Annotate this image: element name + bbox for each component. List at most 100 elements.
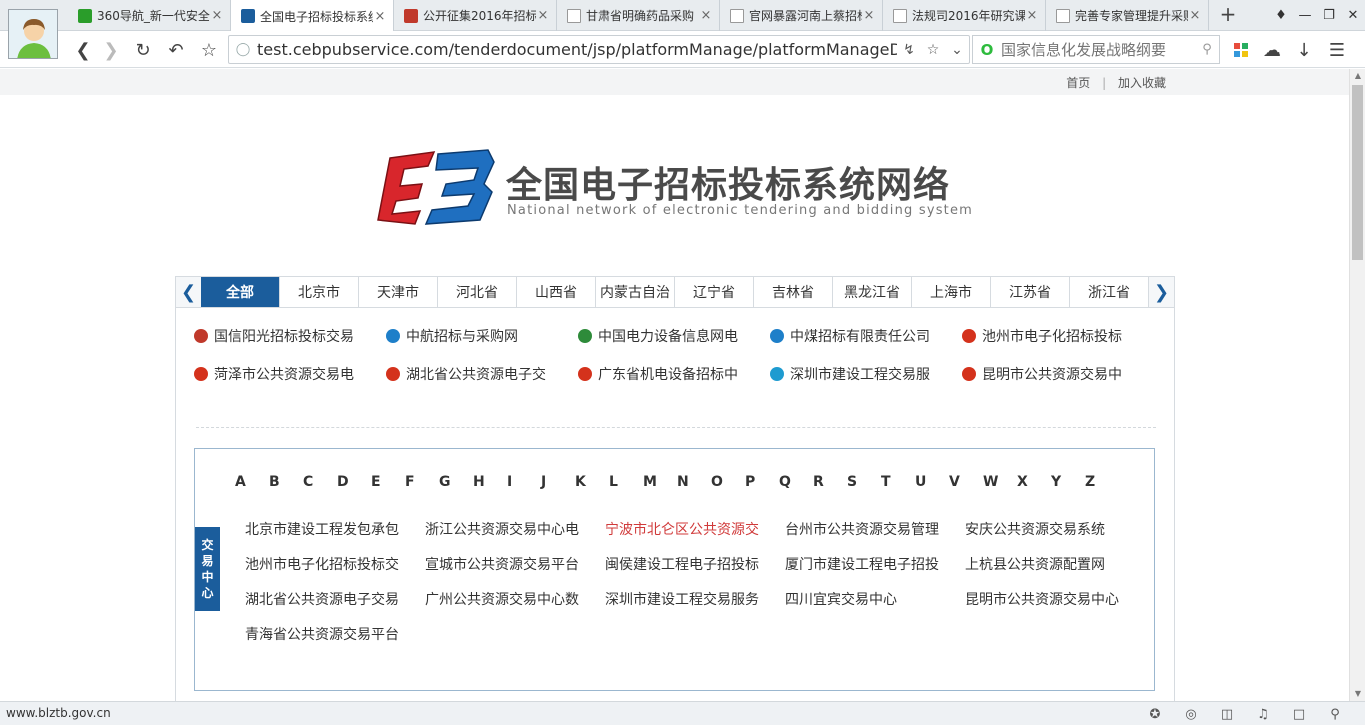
trading-center-link[interactable]: 台州市公共资源交易管理	[785, 519, 945, 538]
letter-filter[interactable]: G	[439, 474, 473, 490]
cloud-icon[interactable]: ☁	[1259, 37, 1285, 63]
chevron-right-icon[interactable]: ❯	[1149, 277, 1174, 307]
featured-platform-link[interactable]: 湖北省公共资源电子交	[386, 364, 578, 383]
trading-center-link[interactable]: 安庆公共资源交易系统	[965, 519, 1125, 538]
scroll-down-icon[interactable]: ▼	[1350, 687, 1365, 701]
featured-platform-link[interactable]: 昆明市公共资源交易中	[962, 364, 1154, 383]
favorite-star-icon[interactable]: ☆	[196, 37, 222, 63]
letter-filter[interactable]: J	[541, 474, 575, 490]
url-text[interactable]: test.cebpubservice.com/tenderdocument/js…	[257, 40, 897, 59]
letter-filter[interactable]: S	[847, 474, 881, 490]
undo-close-icon[interactable]: ↶	[163, 37, 189, 63]
region-tab[interactable]: 黑龙江省	[833, 277, 912, 307]
trading-center-link[interactable]: 北京市建设工程发包承包	[245, 519, 405, 538]
letter-filter[interactable]: Z	[1085, 474, 1119, 490]
tab[interactable]: 法规司2016年研究课题×	[883, 0, 1046, 31]
vertical-scrollbar[interactable]: ▲ ▼	[1349, 69, 1365, 701]
tab-close-icon[interactable]: ×	[373, 9, 387, 24]
letter-filter[interactable]: L	[609, 474, 643, 490]
tab-active[interactable]: 全国电子招标投标系统网络×	[231, 0, 394, 32]
apps-grid-icon[interactable]	[1228, 37, 1254, 63]
region-tab[interactable]: 浙江省	[1070, 277, 1149, 307]
bookmark-star-icon[interactable]: ☆	[921, 42, 945, 58]
minimize-icon[interactable]: —	[1293, 0, 1317, 31]
featured-platform-link[interactable]: 中煤招标有限责任公司	[770, 326, 962, 345]
region-tab[interactable]: 全部	[201, 277, 280, 307]
featured-platform-link[interactable]: 菏泽市公共资源交易电	[194, 364, 386, 383]
zoom-icon[interactable]: ⚲	[1317, 704, 1353, 724]
region-tab[interactable]: 天津市	[359, 277, 438, 307]
trading-center-link[interactable]: 厦门市建设工程电子招投	[785, 554, 945, 573]
region-tab[interactable]: 江苏省	[991, 277, 1070, 307]
region-tab[interactable]: 内蒙古自治	[596, 277, 675, 307]
home-link[interactable]: 首页	[1066, 76, 1090, 90]
region-tab[interactable]: 北京市	[280, 277, 359, 307]
letter-filter[interactable]: V	[949, 474, 983, 490]
featured-platform-link[interactable]: 深圳市建设工程交易服	[770, 364, 962, 383]
letter-filter[interactable]: W	[983, 474, 1017, 490]
scroll-thumb[interactable]	[1352, 85, 1363, 260]
trading-center-link[interactable]: 湖北省公共资源电子交易	[245, 589, 405, 608]
region-tab[interactable]: 河北省	[438, 277, 517, 307]
region-tab[interactable]: 上海市	[912, 277, 991, 307]
tab[interactable]: 官网暴露河南上蔡招标 ×	[720, 0, 883, 31]
site-logo[interactable]: 全国电子招标投标系统网络 National network of electro…	[376, 148, 976, 228]
region-tab[interactable]: 吉林省	[754, 277, 833, 307]
trading-center-link[interactable]: 青海省公共资源交易平台	[245, 624, 405, 643]
letter-filter[interactable]: T	[881, 474, 915, 490]
trading-center-link[interactable]: 广州公共资源交易中心数	[425, 589, 585, 608]
tab-close-icon[interactable]: ×	[862, 8, 876, 23]
volume-icon[interactable]: ♫	[1245, 704, 1281, 724]
letter-filter[interactable]: R	[813, 474, 847, 490]
trading-center-link[interactable]: 池州市电子化招标投标交	[245, 554, 405, 573]
trading-center-link[interactable]: 昆明市公共资源交易中心	[965, 589, 1125, 608]
trash-icon[interactable]: ◫	[1209, 704, 1245, 724]
letter-filter[interactable]: E	[371, 474, 405, 490]
region-tab[interactable]: 山西省	[517, 277, 596, 307]
forward-icon[interactable]: ❯	[98, 37, 124, 63]
letter-filter[interactable]: I	[507, 474, 541, 490]
trading-center-link[interactable]: 上杭县公共资源配置网	[965, 554, 1125, 573]
tab-close-icon[interactable]: ×	[536, 8, 550, 23]
letter-filter[interactable]: K	[575, 474, 609, 490]
search-box[interactable]: O ⚲	[972, 35, 1220, 64]
tab-close-icon[interactable]: ×	[1188, 8, 1202, 23]
address-bar[interactable]: ◯ test.cebpubservice.com/tenderdocument/…	[228, 35, 970, 64]
trading-center-link[interactable]: 浙江公共资源交易中心电	[425, 519, 585, 538]
letter-filter[interactable]: U	[915, 474, 949, 490]
letter-filter[interactable]: B	[269, 474, 303, 490]
search-icon[interactable]: ⚲	[1195, 42, 1219, 57]
restore-icon[interactable]: ❐	[1317, 0, 1341, 31]
trading-center-link[interactable]: 深圳市建设工程交易服务	[605, 589, 765, 608]
new-tab-button[interactable]: +	[1214, 3, 1242, 27]
letter-filter[interactable]: A	[235, 474, 269, 490]
user-avatar[interactable]	[8, 9, 58, 59]
chevron-down-icon[interactable]: ⌄	[945, 42, 969, 58]
search-engine-icon[interactable]: O	[973, 41, 1001, 59]
tab[interactable]: 公开征集2016年招标投标×	[394, 0, 557, 31]
letter-filter[interactable]: D	[337, 474, 371, 490]
letter-filter[interactable]: P	[745, 474, 779, 490]
trading-center-link[interactable]: 四川宜宾交易中心	[785, 589, 945, 608]
search-input[interactable]	[1001, 40, 1195, 59]
shirt-icon[interactable]: ♦	[1269, 0, 1293, 31]
trading-center-link[interactable]: 闽侯建设工程电子招投标	[605, 554, 765, 573]
trading-center-link[interactable]: 宁波市北仑区公共资源交	[605, 519, 765, 538]
tab[interactable]: 完善专家管理提升采购 ×	[1046, 0, 1209, 31]
letter-filter[interactable]: O	[711, 474, 745, 490]
featured-platform-link[interactable]: 中航招标与采购网	[386, 326, 578, 345]
letter-filter[interactable]: Y	[1051, 474, 1085, 490]
download-icon[interactable]: ↓	[1291, 37, 1317, 63]
letter-filter[interactable]: C	[303, 474, 337, 490]
tab-close-icon[interactable]: ×	[699, 8, 713, 23]
close-icon[interactable]: ✕	[1341, 0, 1365, 31]
featured-platform-link[interactable]: 中国电力设备信息网电	[578, 326, 770, 345]
tab[interactable]: 甘肃省明确药品采购 ×	[557, 0, 720, 31]
reload-icon[interactable]: ↻	[130, 37, 156, 63]
letter-filter[interactable]: X	[1017, 474, 1051, 490]
letter-filter[interactable]: F	[405, 474, 439, 490]
letter-filter[interactable]: M	[643, 474, 677, 490]
scroll-up-icon[interactable]: ▲	[1350, 69, 1365, 83]
tab-close-icon[interactable]: ×	[1025, 8, 1039, 23]
browser-doctor-icon[interactable]: ◎	[1173, 704, 1209, 724]
